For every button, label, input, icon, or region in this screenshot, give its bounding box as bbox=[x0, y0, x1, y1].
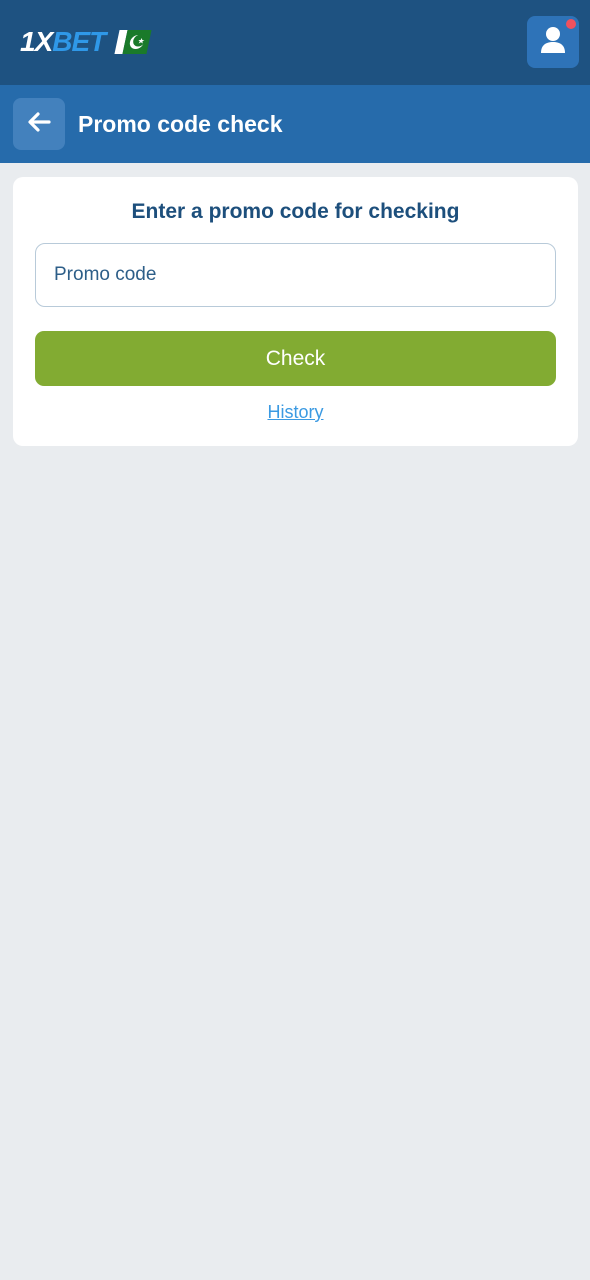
logo-text-1x: 1X bbox=[20, 26, 53, 57]
history-link[interactable]: History bbox=[13, 401, 578, 423]
card-heading: Enter a promo code for checking bbox=[131, 200, 460, 223]
promo-check-card: Enter a promo code for checking Check Hi… bbox=[13, 177, 578, 446]
back-button[interactable] bbox=[13, 98, 65, 150]
check-button[interactable]: Check bbox=[35, 331, 556, 386]
page-title: Promo code check bbox=[78, 111, 283, 137]
top-bar: 1X BET bbox=[0, 0, 590, 85]
user-account-button[interactable] bbox=[527, 16, 579, 68]
arrow-left-icon bbox=[26, 111, 52, 138]
promo-code-input[interactable] bbox=[35, 243, 556, 307]
notification-dot bbox=[566, 19, 576, 29]
user-icon bbox=[540, 26, 566, 59]
logo-text-bet: BET bbox=[52, 26, 106, 57]
pakistan-flag-icon bbox=[114, 30, 152, 54]
page-header: Promo code check bbox=[0, 85, 590, 163]
brand-logo[interactable]: 1X BET bbox=[20, 26, 152, 57]
